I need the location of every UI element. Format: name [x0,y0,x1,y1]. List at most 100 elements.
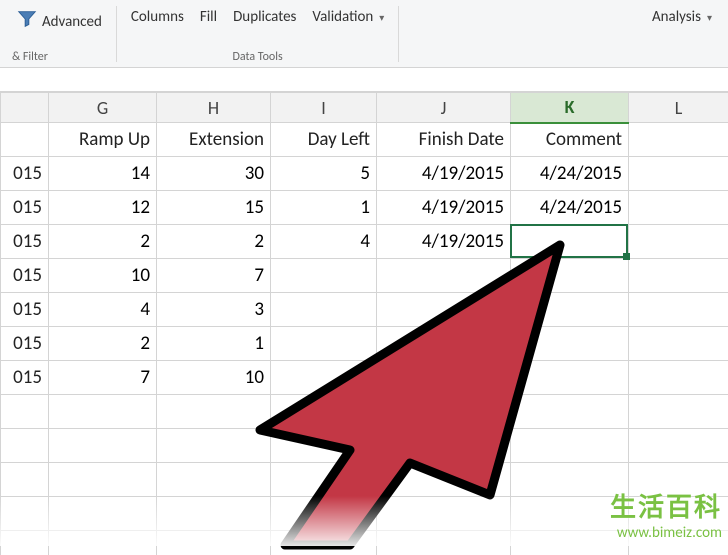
cell[interactable] [377,429,511,463]
remove-duplicates-button[interactable]: Duplicates [227,4,302,30]
cell[interactable] [511,361,629,395]
cell[interactable] [1,531,49,555]
col-header-h[interactable]: H [157,93,271,123]
cell[interactable] [271,531,377,555]
cell[interactable]: 12 [49,191,157,225]
cell[interactable] [49,497,157,531]
cell[interactable]: 1 [157,327,271,361]
text-to-columns-button[interactable]: Columns [125,4,190,30]
cell[interactable]: 015 [1,259,49,293]
cell[interactable]: 10 [49,259,157,293]
cell[interactable] [377,327,511,361]
cell[interactable]: 15 [157,191,271,225]
cell[interactable] [271,429,377,463]
cell[interactable]: 4/19/2015 [377,225,511,259]
cell[interactable] [157,497,271,531]
cell[interactable] [377,293,511,327]
cell[interactable]: 4/24/2015 [511,157,629,191]
cell-j1[interactable]: Finish Date [377,123,511,157]
col-header-partial[interactable] [1,93,49,123]
cell[interactable] [271,327,377,361]
flash-fill-button[interactable]: Fill [194,4,223,30]
cell[interactable]: 2 [49,225,157,259]
sheet-table[interactable]: G H I J K L Ramp Up Extension Day Left F… [0,92,728,555]
cell[interactable]: 4 [271,225,377,259]
col-header-k[interactable]: K [511,93,629,123]
cell[interactable] [157,429,271,463]
cell[interactable] [271,361,377,395]
cell[interactable] [271,497,377,531]
cell[interactable]: 2 [49,327,157,361]
cell[interactable] [511,429,629,463]
cell[interactable]: 4/24/2015 [511,191,629,225]
cell[interactable]: 5 [271,157,377,191]
col-header-l[interactable]: L [629,93,728,123]
cell[interactable] [511,293,629,327]
cell[interactable] [511,531,629,555]
cell[interactable] [629,361,728,395]
cell[interactable]: 30 [157,157,271,191]
cell[interactable] [629,463,728,497]
cell[interactable]: 015 [1,293,49,327]
cell[interactable] [49,429,157,463]
cell-i1[interactable]: Day Left [271,123,377,157]
cell-g1[interactable]: Ramp Up [49,123,157,157]
cell[interactable]: 10 [157,361,271,395]
col-header-g[interactable]: G [49,93,157,123]
cell[interactable] [511,395,629,429]
cell[interactable] [271,259,377,293]
cell[interactable]: 4/19/2015 [377,191,511,225]
cell[interactable] [511,259,629,293]
cell[interactable]: 1 [271,191,377,225]
cell[interactable] [511,327,629,361]
cell[interactable] [629,225,728,259]
cell[interactable] [629,395,728,429]
cell-k1[interactable]: Comment [511,123,629,157]
cell[interactable]: 015 [1,225,49,259]
cell[interactable]: 015 [1,191,49,225]
cell-h1[interactable]: Extension [157,123,271,157]
cell[interactable] [1,463,49,497]
col-header-i[interactable]: I [271,93,377,123]
cell[interactable]: 15 [377,361,511,395]
cell-l1[interactable] [629,123,728,157]
cell[interactable] [629,429,728,463]
cell[interactable] [157,531,271,555]
cell[interactable] [1,429,49,463]
analysis-button[interactable]: Analysis ▾ [646,4,718,30]
advanced-filter-button[interactable]: Advanced [10,4,108,39]
cell[interactable] [629,191,728,225]
cell[interactable] [377,497,511,531]
cell[interactable] [511,497,629,531]
cell[interactable] [629,157,728,191]
spreadsheet-grid[interactable]: G H I J K L Ramp Up Extension Day Left F… [0,92,728,555]
cell[interactable]: 7 [157,259,271,293]
col-header-j[interactable]: J [377,93,511,123]
cell[interactable] [49,395,157,429]
formula-bar[interactable] [0,68,728,92]
cell-partial[interactable] [1,123,49,157]
cell[interactable] [377,531,511,555]
cell[interactable] [629,327,728,361]
cell[interactable] [377,259,511,293]
cell[interactable]: 015 [1,361,49,395]
data-validation-button[interactable]: Validation ▾ [306,4,390,30]
cell[interactable]: 015 [1,157,49,191]
cell[interactable]: 4 [49,293,157,327]
cell[interactable] [271,463,377,497]
cell[interactable] [629,259,728,293]
cell[interactable] [271,293,377,327]
cell[interactable] [157,463,271,497]
cell[interactable] [629,293,728,327]
cell[interactable] [377,463,511,497]
cell[interactable]: 2 [157,225,271,259]
cell[interactable]: 4/19/2015 [377,157,511,191]
cell[interactable] [377,395,511,429]
cell[interactable] [157,395,271,429]
cell[interactable]: 14 [49,157,157,191]
cell[interactable]: 7 [49,361,157,395]
cell[interactable] [629,531,728,555]
cell[interactable]: 3 [157,293,271,327]
cell[interactable] [511,463,629,497]
cell[interactable] [49,531,157,555]
